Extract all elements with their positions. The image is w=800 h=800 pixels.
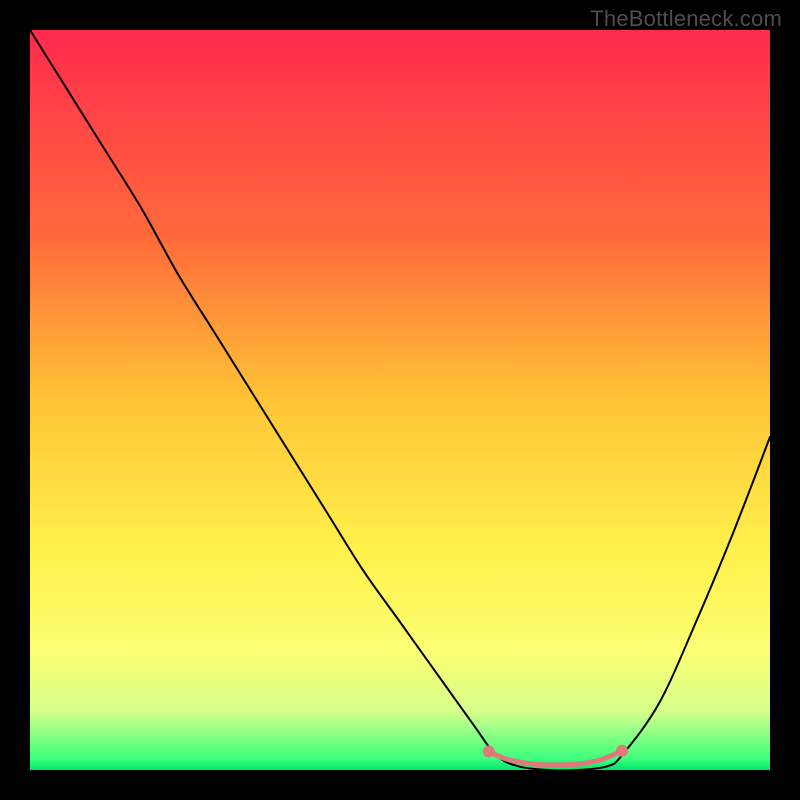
highlight-end-dot-0 [483, 746, 495, 758]
chart-container: TheBottleneck.com [0, 0, 800, 800]
chart-svg [30, 30, 770, 770]
plot-area [30, 30, 770, 770]
watermark-text: TheBottleneck.com [590, 6, 782, 32]
highlight-end-dot-1 [616, 745, 628, 757]
gradient-background [30, 30, 770, 770]
